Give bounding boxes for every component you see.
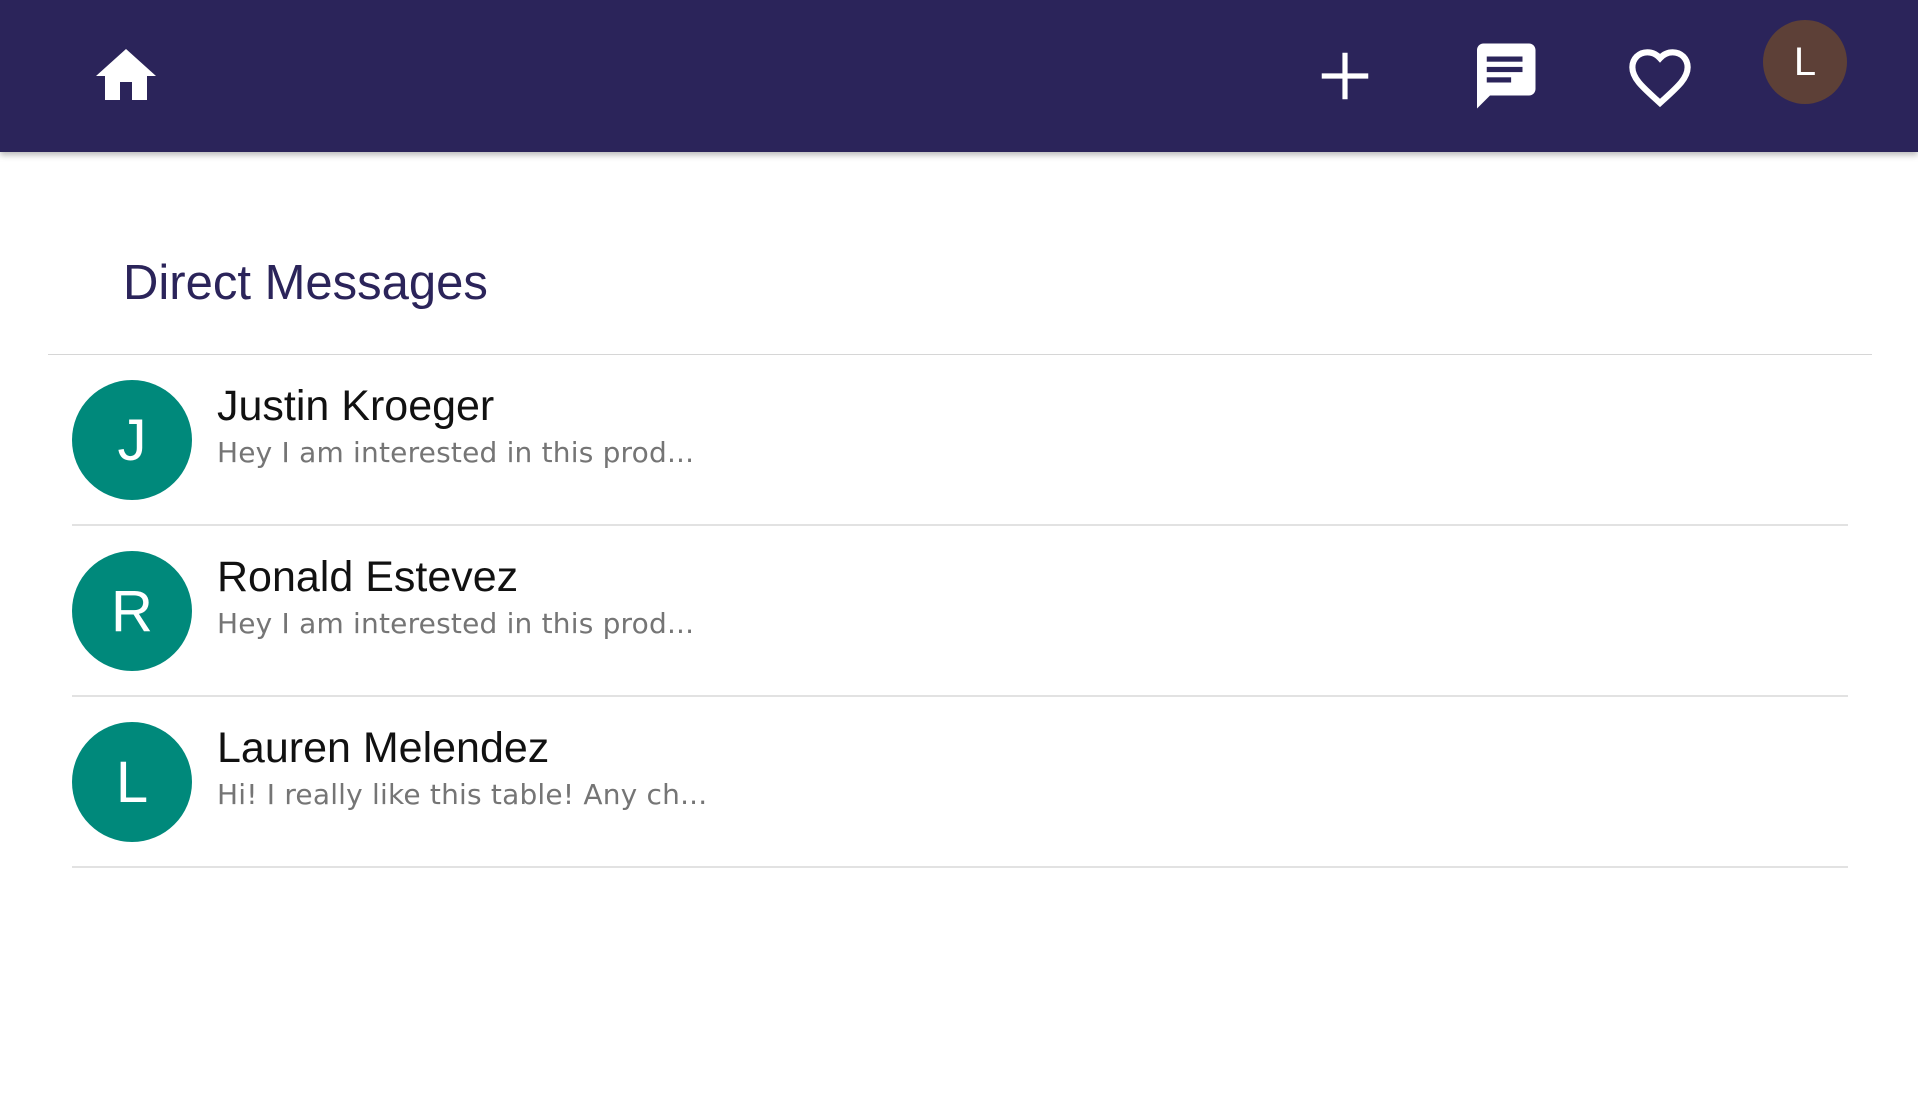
heart-outline-icon: [1629, 49, 1691, 108]
page-title: Direct Messages: [123, 256, 488, 310]
conversation-item[interactable]: J Justin Kroeger Hey I am interested in …: [72, 355, 1848, 526]
avatar: J: [72, 380, 192, 500]
conversation-item[interactable]: L Lauren Melendez Hi! I really like this…: [72, 697, 1848, 868]
avatar-initial: J: [117, 407, 147, 473]
messages-button[interactable]: [1463, 36, 1543, 116]
conversation-list: J Justin Kroeger Hey I am interested in …: [72, 355, 1848, 868]
conversation-name: Ronald Estevez: [217, 553, 519, 601]
home-icon: [96, 49, 156, 100]
avatar: R: [72, 551, 192, 671]
chat-bubble-icon: [1477, 43, 1536, 109]
app-bar: L: [0, 0, 1918, 152]
conversation-preview: Hey I am interested in this prod...: [217, 436, 695, 469]
conversation-name: Lauren Melendez: [217, 724, 550, 772]
conversation-preview: Hey I am interested in this prod...: [217, 607, 695, 640]
user-avatar-initial: L: [1793, 39, 1817, 84]
avatar-initial: R: [111, 578, 153, 644]
conversation-preview: Hi! I really like this table! Any ch...: [217, 778, 708, 811]
plus-icon: [1321, 52, 1369, 100]
add-listing-button[interactable]: [1305, 36, 1385, 116]
favorites-button[interactable]: [1620, 36, 1700, 116]
conversation-name: Justin Kroeger: [217, 382, 495, 430]
conversation-item[interactable]: R Ronald Estevez Hey I am interested in …: [72, 526, 1848, 697]
avatar: L: [72, 722, 192, 842]
avatar-initial: L: [115, 749, 149, 815]
user-avatar[interactable]: L: [1763, 20, 1847, 104]
home-button[interactable]: [86, 36, 166, 116]
